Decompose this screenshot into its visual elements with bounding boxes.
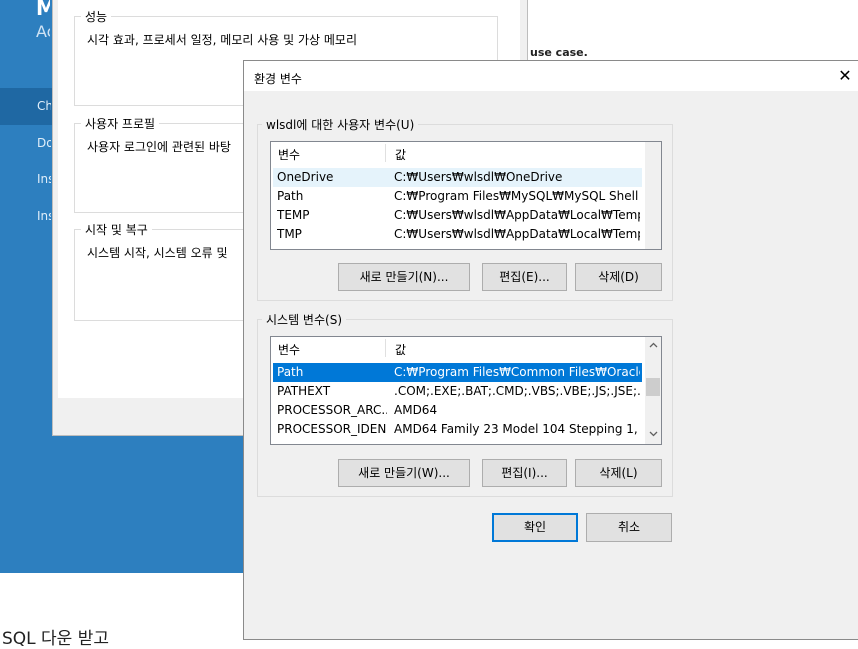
- list-item[interactable]: PROCESSOR_ARC... AMD64: [273, 401, 642, 420]
- column-header-name[interactable]: 변수: [278, 146, 300, 163]
- cancel-button[interactable]: 취소: [586, 513, 672, 542]
- variable-name: PROCESSOR_ARC...: [277, 403, 387, 417]
- installer-nav-item[interactable]: Ins: [37, 172, 51, 186]
- variable-value: C:₩Users₩wlsdl₩OneDrive: [394, 170, 563, 184]
- list-item[interactable]: Path C:₩Program Files₩Common Files₩Oracl…: [273, 363, 642, 382]
- user-delete-button[interactable]: 삭제(D): [575, 263, 662, 291]
- list-scrollbar[interactable]: [645, 337, 661, 444]
- user-new-button[interactable]: 새로 만들기(N)...: [338, 263, 470, 291]
- list-item[interactable]: Path C:₩Program Files₩MySQL₩MySQL Shell …: [273, 187, 642, 206]
- user-variables-group: wlsdl에 대한 사용자 변수(U) 변수 값 OneDrive C:₩Use…: [257, 116, 673, 301]
- installer-body-text: use case.: [530, 46, 588, 59]
- group-description: 사용자 로그인에 관련된 바탕: [87, 140, 231, 154]
- variable-value: C:₩Users₩wlsdl₩AppData₩Local₩Temp: [394, 208, 640, 222]
- ok-button[interactable]: 확인: [492, 513, 578, 542]
- page-footer-text: SQL 다운 받고: [2, 629, 110, 649]
- variable-value: .COM;.EXE;.BAT;.CMD;.VBS;.VBE;.JS;.JSE;.…: [394, 384, 640, 398]
- dialog-title: 환경 변수: [254, 72, 302, 86]
- installer-nav-item[interactable]: Ins: [37, 209, 51, 223]
- variable-value: C:₩Program Files₩MySQL₩MySQL Shell 8....: [394, 189, 640, 203]
- scroll-thumb[interactable]: [646, 378, 660, 396]
- variable-name: PATHEXT: [277, 384, 331, 398]
- list-item[interactable]: TEMP C:₩Users₩wlsdl₩AppData₩Local₩Temp: [273, 206, 642, 225]
- installer-nav-item[interactable]: Ch: [37, 99, 51, 113]
- column-header-value[interactable]: 값: [395, 341, 406, 358]
- variable-value: AMD64: [394, 403, 438, 417]
- variable-name: TMP: [277, 227, 302, 241]
- system-variables-list[interactable]: 변수 값 Path C:₩Program Files₩Common Files₩…: [270, 336, 662, 445]
- user-edit-button[interactable]: 편집(E)...: [482, 263, 567, 291]
- group-title: 성능: [81, 8, 112, 25]
- list-scrollbar[interactable]: [645, 142, 661, 249]
- group-title: 사용자 프로필: [81, 115, 160, 132]
- system-delete-button[interactable]: 삭제(L): [575, 459, 662, 487]
- group-description: 시스템 시작, 시스템 오류 및: [87, 246, 228, 260]
- installer-nav-item[interactable]: Do: [37, 136, 51, 150]
- variable-name: Path: [277, 365, 304, 379]
- variable-name: Path: [277, 189, 304, 203]
- dialog-titlebar: 환경 변수 ✕: [244, 61, 858, 91]
- column-header-value[interactable]: 값: [395, 146, 406, 163]
- environment-variables-dialog: 환경 변수 ✕ wlsdl에 대한 사용자 변수(U) 변수 값 OneDriv…: [243, 60, 858, 640]
- column-header-name[interactable]: 변수: [278, 341, 300, 358]
- list-item[interactable]: TMP C:₩Users₩wlsdl₩AppData₩Local₩Temp: [273, 225, 642, 244]
- column-divider[interactable]: [385, 339, 386, 357]
- group-description: 시각 효과, 프로세서 일정, 메모리 사용 및 가상 메모리: [87, 33, 357, 47]
- user-variables-label: wlsdl에 대한 사용자 변수(U): [262, 116, 419, 133]
- user-variables-list[interactable]: 변수 값 OneDrive C:₩Users₩wlsdl₩OneDrive Pa…: [270, 141, 662, 250]
- list-item[interactable]: PATHEXT .COM;.EXE;.BAT;.CMD;.VBS;.VBE;.J…: [273, 382, 642, 401]
- column-divider[interactable]: [385, 144, 386, 162]
- group-title: 시작 및 복구: [81, 221, 152, 238]
- variable-name: TEMP: [277, 208, 310, 222]
- variable-value: C:₩Program Files₩Common Files₩Oracle₩...: [394, 365, 640, 379]
- scroll-up-icon[interactable]: [645, 338, 661, 354]
- system-new-button[interactable]: 새로 만들기(W)...: [338, 459, 470, 487]
- close-icon[interactable]: ✕: [836, 67, 854, 85]
- list-header: 변수 값: [271, 337, 661, 359]
- installer-subtitle: Ac: [36, 22, 50, 41]
- list-item[interactable]: OneDrive C:₩Users₩wlsdl₩OneDrive: [273, 168, 642, 187]
- variable-name: PROCESSOR_IDEN...: [277, 422, 387, 436]
- system-edit-button[interactable]: 편집(I)...: [482, 459, 567, 487]
- list-header: 변수 값: [271, 142, 661, 164]
- variable-value: AMD64 Family 23 Model 104 Stepping 1, ..…: [394, 422, 640, 436]
- scroll-down-icon[interactable]: [645, 427, 661, 443]
- variable-name: OneDrive: [277, 170, 334, 184]
- list-item[interactable]: PROCESSOR_IDEN... AMD64 Family 23 Model …: [273, 420, 642, 439]
- system-variables-group: 시스템 변수(S) 변수 값 Path C:₩Program Files₩Com…: [257, 311, 673, 497]
- installer-title: M: [36, 0, 50, 20]
- system-variables-label: 시스템 변수(S): [262, 311, 346, 328]
- variable-value: C:₩Users₩wlsdl₩AppData₩Local₩Temp: [394, 227, 640, 241]
